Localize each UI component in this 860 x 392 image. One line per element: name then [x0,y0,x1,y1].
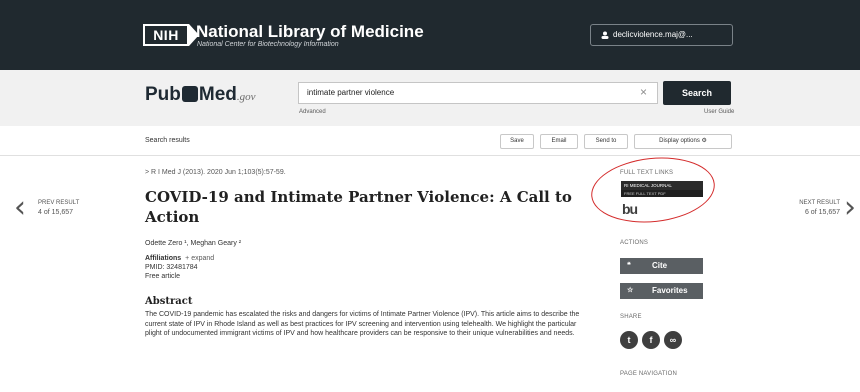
link-icon[interactable]: ∞ [664,331,682,349]
page-navigation-heading: PAGE NAVIGATION [620,371,678,377]
affiliations-toggle[interactable]: Affiliations + expand [145,255,214,262]
prev-result-count: 4 of 15,657 [38,209,74,216]
article-title: COVID-19 and Intimate Partner Violence: … [145,188,572,226]
user-icon [601,31,609,39]
twitter-icon[interactable]: t [620,331,638,349]
abstract-text: The COVID-19 pandemic has escalated the … [145,311,580,338]
clear-search-icon[interactable]: × [640,85,647,99]
next-result[interactable]: NEXT RESULT 6 of 15,657 [788,199,840,217]
cite-button[interactable]: ❝ Cite [620,258,703,274]
chevron-right-icon[interactable]: › [844,190,856,225]
advanced-search-link[interactable]: Advanced [299,109,326,115]
search-input[interactable]: intimate partner violence [298,82,658,104]
user-guide-link[interactable]: User Guide [704,109,734,115]
logo-med: Med [198,84,237,105]
results-toolbar: Search results Save Email Send to Displa… [0,126,860,156]
nih-header: NIH National Library of Medicine Nationa… [0,0,860,70]
logo-pub: Pub [145,84,181,105]
prev-result-label: PREV RESULT [38,200,80,206]
affiliations-label: Affiliations [145,255,182,262]
gear-icon: ⚙ [701,138,707,144]
prev-result[interactable]: PREV RESULT 4 of 15,657 [38,199,79,217]
pubmed-logo[interactable]: Pub Med.gov [145,84,256,106]
facebook-icon[interactable]: f [642,331,660,349]
email-button[interactable]: Email [540,134,578,149]
red-annotation-circle [587,151,719,229]
chevron-left-icon[interactable]: ‹ [14,190,26,225]
authors[interactable]: Odette Zero ¹, Meghan Geary ² [145,240,241,247]
user-account-button[interactable]: declicviolence.maj@... [590,24,733,46]
user-label: declicviolence.maj@... [613,30,693,39]
logo-med-box [181,86,198,102]
search-button[interactable]: Search [663,81,731,105]
logo-gov: .gov [236,91,256,103]
actions-heading: ACTIONS [620,240,649,246]
free-article-label: Free article [145,273,181,280]
favorites-button[interactable]: ☆ Favorites [620,283,703,299]
search-area: Pub Med.gov intimate partner violence Sea… [0,70,860,126]
nlm-subtitle: National Center for Biotechnology Inform… [197,41,339,48]
send-to-button[interactable]: Send to [584,134,628,149]
next-result-count: 6 of 15,657 [804,209,840,216]
cite-label: Cite [652,261,668,270]
display-options-label: Display options [659,138,700,144]
pmid: PMID: 32481784 [145,264,198,271]
next-result-label: NEXT RESULT [799,200,840,206]
expand-link[interactable]: + expand [185,255,214,262]
share-heading: SHARE [620,314,642,320]
search-results-link[interactable]: Search results [145,137,190,144]
nlm-title[interactable]: National Library of Medicine [196,22,424,42]
quote-icon: ❝ [627,262,631,269]
abstract-heading: Abstract [145,296,193,307]
favorites-label: Favorites [652,286,688,295]
nih-logo[interactable]: NIH [143,24,199,46]
display-options-button[interactable]: Display options ⚙ [634,134,732,149]
save-button[interactable]: Save [500,134,534,149]
citation[interactable]: > R I Med J (2013). 2020 Jun 1;103(5):57… [145,169,286,176]
star-icon: ☆ [627,287,634,294]
